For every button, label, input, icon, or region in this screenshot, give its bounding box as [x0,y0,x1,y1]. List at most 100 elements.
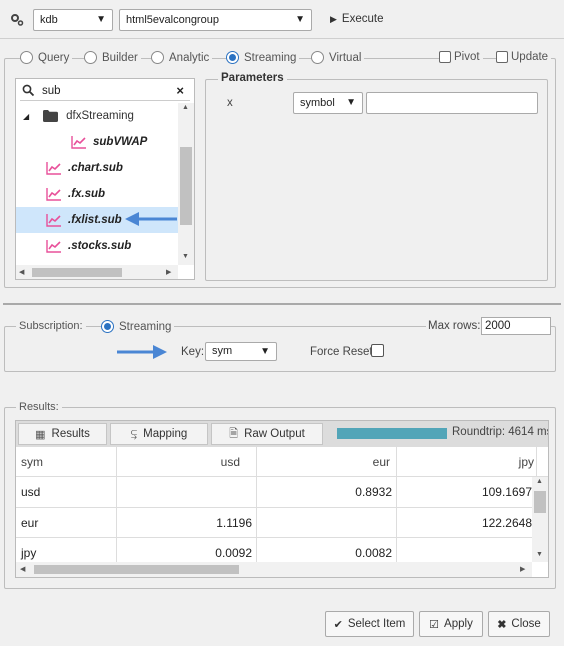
line-chart-icon [46,239,62,253]
table-icon: ▦ [35,428,46,441]
param-type-select[interactable]: symbol ▼ [293,92,363,114]
scroll-down-icon[interactable]: ▼ [182,253,189,260]
key-select[interactable]: sym ▼ [205,342,277,361]
tree-item-dfxstreaming[interactable]: ◢ dfxStreaming [16,103,178,129]
tab-mapping-label: Mapping [143,428,188,440]
radio-circle [311,51,324,64]
select-item-label: Select Item [347,618,406,630]
update-label: Update [511,51,549,63]
mode-query-radio[interactable]: Query [20,51,73,64]
tree-search-input[interactable]: sub × [20,82,190,101]
tab-raw-output[interactable]: 🗎 Raw Output [211,423,323,445]
update-checkbox[interactable]: Update [496,51,552,63]
table-cell[interactable]: 1.1196 [116,508,252,538]
chevron-down-icon: ▼ [295,14,305,25]
mode-query-label: Query [38,51,70,64]
param-value-input[interactable] [366,92,538,114]
scroll-thumb[interactable] [32,268,122,277]
column-header-sym[interactable]: sym [21,447,111,477]
checkbox-box [439,51,451,63]
server-value: kdb [40,14,58,26]
mode-analytic-radio[interactable]: Analytic [151,51,213,64]
mode-virtual-label: Virtual [329,51,362,64]
tab-results-label: Results [51,428,90,440]
tree-search-value: sub [42,85,61,97]
scroll-right-icon[interactable]: ▶ [166,268,171,276]
table-cell[interactable]: 0.8932 [256,477,392,507]
pivot-checkbox[interactable]: Pivot [439,51,483,63]
group-value: html5evalcongroup [126,14,219,26]
close-button[interactable]: ✖ Close [488,611,550,637]
tree-item-label: .stocks.sub [68,240,132,252]
mode-analytic-label: Analytic [169,51,210,64]
pivot-label: Pivot [454,51,480,63]
tree-item-label: .chart.sub [68,162,123,174]
table-cell[interactable]: usd [21,477,111,507]
apply-button[interactable]: ☑ Apply [419,611,483,637]
max-rows-input[interactable]: 2000 [481,317,551,335]
column-header-jpy[interactable]: jpy [396,447,534,477]
tree-vertical-scrollbar[interactable]: ▲ ▼ [178,103,194,265]
column-header-eur[interactable]: eur [256,447,390,477]
mode-virtual-radio[interactable]: Virtual [311,51,365,64]
server-select[interactable]: kdb ▼ [33,9,113,31]
scroll-up-icon[interactable]: ▲ [536,478,543,485]
splitter[interactable] [3,303,561,305]
tree-item-label: subVWAP [93,136,148,148]
table-cell[interactable] [256,508,392,538]
scroll-right-icon[interactable]: ▶ [520,565,525,573]
scroll-thumb[interactable] [534,491,546,513]
close-label: Close [511,618,541,630]
tree-panel: sub × ◢ dfxStreaming subVWAP .chart.sub … [15,78,195,280]
line-chart-icon [71,135,87,149]
group-select[interactable]: html5evalcongroup ▼ [119,9,312,31]
table-cell[interactable] [116,477,252,507]
scroll-down-icon[interactable]: ▼ [536,551,543,558]
tree-item-label: .fx.sub [68,188,106,200]
column-header-usd[interactable]: usd [116,447,240,477]
clear-icon[interactable]: × [176,83,184,98]
execute-button[interactable]: ▶ Execute [330,13,383,25]
mode-streaming-radio[interactable]: Streaming [226,51,300,64]
tab-mapping[interactable]: ⥹ Mapping [110,423,208,445]
results-label: Results: [16,401,62,413]
tab-results[interactable]: ▦ Results [18,423,107,445]
document-icon: 🗎 [229,427,239,440]
mapping-icon: ⥹ [130,427,138,440]
tree-item-subvwap[interactable]: subVWAP [16,129,178,155]
tree-item-fx-sub[interactable]: .fx.sub [16,181,178,207]
force-reset-checkbox[interactable] [371,344,384,357]
toolbar-divider [0,38,564,39]
scroll-up-icon[interactable]: ▲ [182,104,189,111]
apply-label: Apply [444,618,473,630]
scroll-left-icon[interactable]: ◀ [19,268,24,276]
tree-item-chart-sub[interactable]: .chart.sub [16,155,178,181]
scroll-left-icon[interactable]: ◀ [20,565,25,573]
tree-item-stocks-sub[interactable]: .stocks.sub [16,233,178,259]
mode-streaming-label: Streaming [244,51,297,64]
tree-horizontal-scrollbar[interactable]: ◀ ▶ [16,265,178,279]
roundtrip-text: Roundtrip: 4614 ms [452,426,549,438]
table-cell[interactable]: 109.1697 [396,477,532,507]
scroll-thumb[interactable] [180,147,192,225]
select-item-button[interactable]: ✔ Select Item [325,611,414,637]
chevron-down-icon: ▼ [346,97,356,108]
caret-expanded-icon: ◢ [23,111,30,121]
settings-icon[interactable] [10,13,24,27]
line-chart-icon [46,213,62,227]
subscription-streaming-radio[interactable]: Streaming [101,320,175,333]
tab-raw-output-label: Raw Output [244,428,305,440]
table-cell[interactable]: eur [21,508,111,538]
line-chart-icon [46,187,62,201]
line-chart-icon [46,161,62,175]
play-icon: ▶ [330,13,337,24]
check-icon: ✔ [333,618,343,631]
radio-circle-selected [101,320,114,333]
radio-circle [20,51,33,64]
scroll-thumb[interactable] [34,565,239,574]
grid-horizontal-scrollbar[interactable]: ◀ ▶ [16,562,532,577]
mode-builder-radio[interactable]: Builder [84,51,141,64]
results-grid: ▦ Results ⥹ Mapping 🗎 Raw Output Roundtr… [15,420,549,578]
grid-vertical-scrollbar[interactable]: ▲ ▼ [532,477,548,562]
table-cell[interactable]: 122.2648 [396,508,532,538]
